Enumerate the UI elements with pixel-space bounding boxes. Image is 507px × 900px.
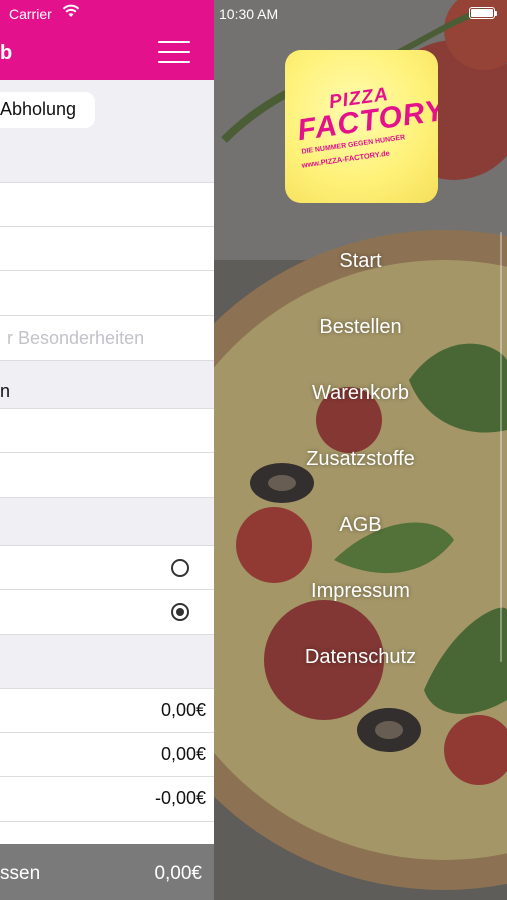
menu-item-agb[interactable]: AGB <box>214 514 507 537</box>
email-field[interactable] <box>0 271 214 316</box>
time-field[interactable] <box>0 408 214 453</box>
menu-item-datenschutz[interactable]: Datenschutz <box>214 646 507 669</box>
menu-icon[interactable] <box>158 41 190 67</box>
price-value: 0,00€ <box>160 700 206 720</box>
name-field[interactable] <box>0 182 214 227</box>
status-bar: Carrier <box>0 0 214 30</box>
notes-placeholder: r Besonderheiten <box>7 328 145 348</box>
price-row: 0,00€ <box>0 733 214 777</box>
price-row: 0,00€ <box>0 688 214 733</box>
pizza-factory-logo: PIZZA FACTORY DIE NUMMER GEGEN HUNGER ww… <box>285 50 438 203</box>
radio-selected-icon[interactable] <box>171 603 189 621</box>
nav-bar: b <box>0 30 214 80</box>
page-title: b <box>0 42 13 64</box>
payment-option-row[interactable] <box>0 545 214 590</box>
footer-label: ssen <box>0 863 41 884</box>
status-bar: 10:30 AM <box>214 0 507 30</box>
payment-option-row[interactable] <box>0 590 214 635</box>
battery-icon <box>469 7 497 19</box>
date-field[interactable] <box>0 453 214 498</box>
carrier-label: Carrier <box>9 6 52 22</box>
cart-screen: Carrier b Abholung r Besonderheiten n 0,… <box>0 0 214 900</box>
section-label: n <box>0 381 11 401</box>
pickup-option-button[interactable]: Abholung <box>0 92 95 128</box>
price-value: 0,00€ <box>160 744 206 764</box>
order-footer[interactable]: ssen 0,00€ <box>0 844 214 900</box>
scrollbar[interactable] <box>500 232 502 662</box>
menu-item-start[interactable]: Start <box>214 250 507 273</box>
footer-total: 0,00€ <box>154 863 202 884</box>
radio-unselected-icon[interactable] <box>171 559 189 577</box>
price-value: -0,00€ <box>154 788 206 808</box>
menu-item-impressum[interactable]: Impressum <box>214 580 507 603</box>
menu-item-zusatzstoffe[interactable]: Zusatzstoffe <box>214 448 507 471</box>
menu-item-bestellen[interactable]: Bestellen <box>214 316 507 339</box>
wifi-icon <box>62 4 80 17</box>
side-menu: 10:30 AM PIZZA FACTORY DIE NUMMER GEGEN … <box>214 0 507 900</box>
phone-field[interactable] <box>0 227 214 271</box>
menu-item-warenkorb[interactable]: Warenkorb <box>214 382 507 405</box>
notes-field[interactable]: r Besonderheiten <box>0 316 214 361</box>
price-row <box>0 822 214 844</box>
clock: 10:30 AM <box>219 6 279 22</box>
price-row: -0,00€ <box>0 777 214 822</box>
